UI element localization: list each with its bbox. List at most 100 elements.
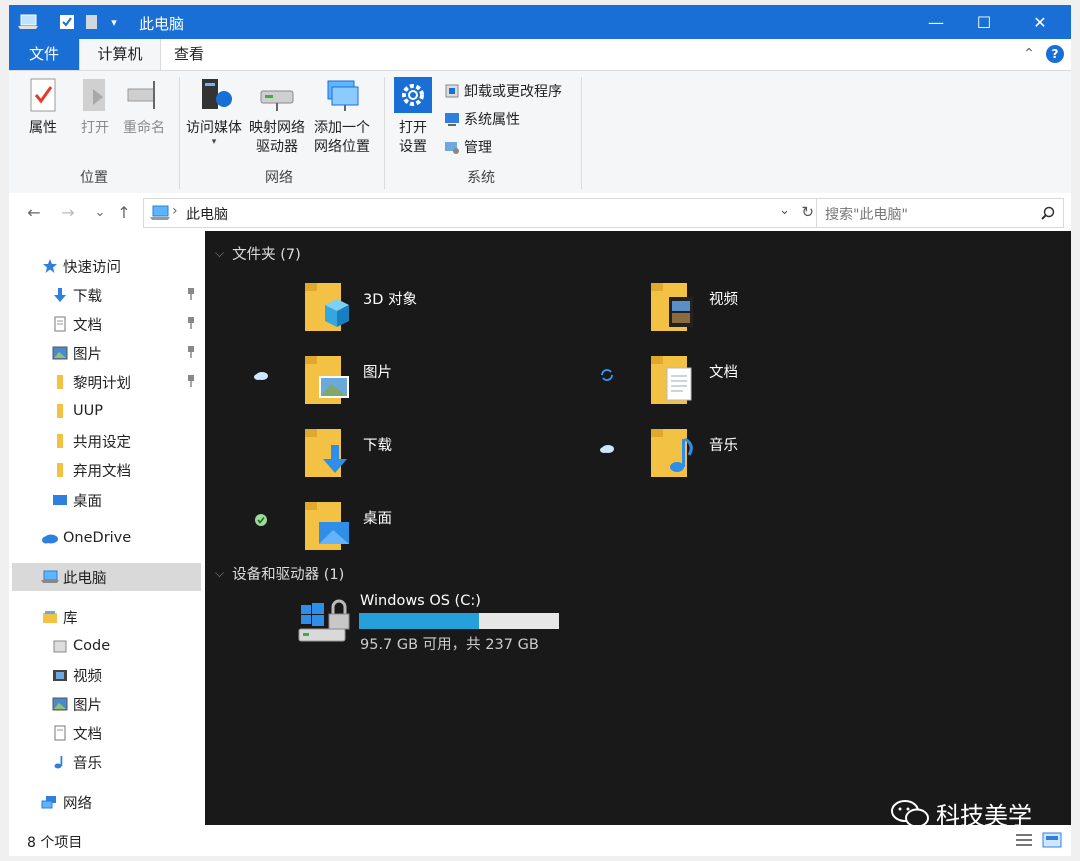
refresh-icon[interactable]: ↻ xyxy=(801,203,814,221)
pin-icon[interactable] xyxy=(185,287,197,305)
nav-library-pictures-label: 图片 xyxy=(73,697,102,714)
nav-desktop[interactable]: 桌面 xyxy=(51,486,102,514)
group-divider xyxy=(581,77,582,189)
pin-icon[interactable] xyxy=(185,345,197,363)
close-button[interactable]: ✕ xyxy=(1017,5,1063,39)
add-network-location-button[interactable]: 添加一个 网络位置 xyxy=(314,77,370,157)
nav-documents-label: 文档 xyxy=(73,317,102,334)
address-dropdown-icon[interactable]: ⌄ xyxy=(779,203,790,218)
nav-library-music-label: 音乐 xyxy=(73,755,102,772)
videos-folder-icon xyxy=(651,283,693,331)
map-network-drive-button[interactable]: 映射网络 驱动器 xyxy=(249,77,305,157)
recent-locations-button[interactable]: ⌄ xyxy=(89,201,111,223)
star-icon xyxy=(41,257,59,275)
maximize-button[interactable]: ☐ xyxy=(961,5,1007,39)
forward-button[interactable]: → xyxy=(57,201,79,223)
folder-3d-objects[interactable]: 3D 对象 xyxy=(303,281,623,345)
nav-library-music[interactable]: 音乐 xyxy=(51,748,102,776)
uninstall-programs-button[interactable]: 卸载或更改程序 xyxy=(444,79,562,103)
rename-button[interactable]: 重命名 xyxy=(123,77,165,138)
item-count: 8 个项目 xyxy=(27,835,83,851)
address-bar[interactable]: › 此电脑 ⌄ ↻ xyxy=(143,198,821,228)
drives-section-header[interactable]: ⌵ 设备和驱动器 (1) xyxy=(215,563,344,584)
nav-plan-folder[interactable]: 黎明计划 xyxy=(51,368,201,396)
folder-desktop[interactable]: 桌面 xyxy=(303,500,623,564)
tab-file[interactable]: 文件 xyxy=(9,39,79,70)
customize-quick-access-dropdown[interactable]: ▾ xyxy=(107,12,121,32)
properties-quick-icon[interactable] xyxy=(57,12,77,32)
folder-music[interactable]: 音乐 xyxy=(649,427,969,491)
navigation-bar: ← → ⌄ ↑ › 此电脑 ⌄ ↻ 搜索"此电脑" xyxy=(9,193,1071,231)
nav-documents[interactable]: 文档 xyxy=(51,310,201,338)
desktop-folder-icon xyxy=(305,502,349,550)
nav-onedrive[interactable]: OneDrive xyxy=(41,524,131,552)
folder-documents[interactable]: 文档 xyxy=(649,354,969,418)
pin-icon[interactable] xyxy=(185,316,197,334)
nav-library-pictures[interactable]: 图片 xyxy=(51,690,102,718)
nav-libraries[interactable]: 库 xyxy=(41,603,78,631)
minimize-button[interactable]: — xyxy=(913,5,959,39)
3d-objects-folder-icon xyxy=(305,283,349,331)
access-media-button[interactable]: 访问媒体 ▾ xyxy=(186,77,242,147)
pictures-folder-icon xyxy=(305,356,349,404)
nav-discarded-docs-folder[interactable]: 弃用文档 xyxy=(51,456,131,484)
library-icon xyxy=(41,608,59,626)
nav-pictures[interactable]: 图片 xyxy=(51,339,201,367)
back-button[interactable]: ← xyxy=(23,201,45,223)
cloud-status-icon xyxy=(600,445,614,453)
manage-button[interactable]: 管理 xyxy=(444,135,492,159)
folder-videos[interactable]: 视频 xyxy=(649,281,969,345)
nav-network-label: 网络 xyxy=(63,795,92,812)
nav-this-pc[interactable]: 此电脑 xyxy=(12,563,201,591)
nav-libraries-label: 库 xyxy=(63,610,78,627)
this-pc-icon[interactable] xyxy=(17,12,39,32)
folder-downloads-label: 下载 xyxy=(363,438,392,454)
nav-library-code[interactable]: Code xyxy=(51,632,110,660)
properties-button[interactable]: 属性 xyxy=(27,77,59,138)
settings-gear-icon xyxy=(394,77,432,113)
document-icon xyxy=(51,315,69,333)
folder-icon xyxy=(51,432,69,450)
nav-library-videos-label: 视频 xyxy=(73,668,102,685)
folder-pictures-label: 图片 xyxy=(363,365,392,381)
properties-label: 属性 xyxy=(29,120,57,136)
folder-pictures[interactable]: 图片 xyxy=(303,354,623,418)
open-button[interactable]: 打开 xyxy=(79,77,111,138)
network-icon xyxy=(41,793,59,811)
library-folder-icon xyxy=(51,637,69,655)
nav-library-videos[interactable]: 视频 xyxy=(51,661,102,689)
open-settings-label-1: 打开 xyxy=(399,120,427,136)
folder-downloads[interactable]: 下载 xyxy=(303,427,623,491)
collapse-ribbon-icon[interactable]: ⌃ xyxy=(1019,44,1039,64)
folder-desktop-label: 桌面 xyxy=(363,511,392,527)
system-properties-icon xyxy=(445,113,459,126)
nav-uup-folder[interactable]: UUP xyxy=(51,397,103,425)
up-button[interactable]: ↑ xyxy=(113,201,135,223)
manage-icon xyxy=(445,142,459,154)
system-properties-button[interactable]: 系统属性 xyxy=(444,107,520,131)
nav-discarded-docs-label: 弃用文档 xyxy=(73,463,131,480)
folders-section-header[interactable]: ⌵ 文件夹 (7) xyxy=(215,243,301,264)
open-settings-button[interactable]: 打开 设置 xyxy=(394,77,432,157)
manage-label: 管理 xyxy=(464,140,492,156)
large-icons-view-icon[interactable] xyxy=(1042,831,1062,849)
tab-computer[interactable]: 计算机 xyxy=(79,39,161,70)
nav-desktop-label: 桌面 xyxy=(73,493,102,510)
breadcrumb-this-pc[interactable]: 此电脑 xyxy=(186,204,228,224)
tab-view[interactable]: 查看 xyxy=(159,39,219,70)
folder-icon xyxy=(51,373,69,391)
group-divider xyxy=(384,77,385,189)
open-label: 打开 xyxy=(81,120,109,136)
pin-icon[interactable] xyxy=(185,374,197,392)
nav-network[interactable]: 网络 xyxy=(41,788,92,816)
details-view-icon[interactable] xyxy=(1014,831,1034,849)
nav-shared-settings-folder[interactable]: 共用设定 xyxy=(51,427,131,455)
new-folder-quick-icon[interactable] xyxy=(83,12,101,32)
nav-library-documents[interactable]: 文档 xyxy=(51,719,102,747)
nav-downloads[interactable]: 下载 xyxy=(51,281,201,309)
help-icon[interactable]: ? xyxy=(1046,45,1064,63)
nav-quick-access[interactable]: 快速访问 xyxy=(41,252,121,280)
cloud-icon xyxy=(41,529,59,547)
search-box[interactable]: 搜索"此电脑" xyxy=(816,198,1064,228)
search-input[interactable]: 搜索"此电脑" xyxy=(825,204,908,224)
